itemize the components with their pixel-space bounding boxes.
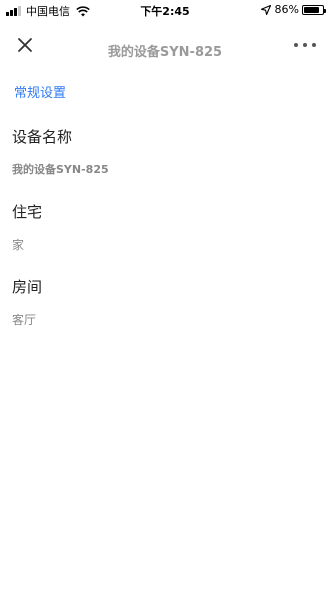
battery-percent: 86% — [274, 3, 299, 16]
status-right: 86% — [260, 3, 326, 16]
home-value[interactable]: 家 — [12, 236, 312, 253]
room-field[interactable]: 房间 客厅 — [12, 276, 312, 328]
status-bar: 中国电信 下午2:45 86% — [0, 0, 330, 20]
more-icon[interactable] — [294, 35, 316, 55]
battery-fill — [304, 6, 320, 13]
device-name-label: 设备名称 — [12, 128, 73, 146]
page-title: 我的设备SYN-825 — [107, 45, 223, 60]
home-field[interactable]: 住宅 家 — [12, 201, 312, 253]
device-name-value[interactable]: 我的设备SYN-825 — [12, 161, 312, 177]
nav-bar: 我的设备SYN-825 — [0, 26, 330, 66]
room-label: 房间 — [12, 278, 43, 296]
room-value[interactable]: 客厅 — [12, 311, 312, 328]
battery-icon — [302, 4, 326, 15]
home-label: 住宅 — [12, 203, 43, 221]
general-settings-link[interactable]: 常规设置 — [14, 82, 66, 101]
device-name-field[interactable]: 设备名称 我的设备SYN-825 — [12, 126, 312, 177]
location-icon — [260, 4, 271, 15]
